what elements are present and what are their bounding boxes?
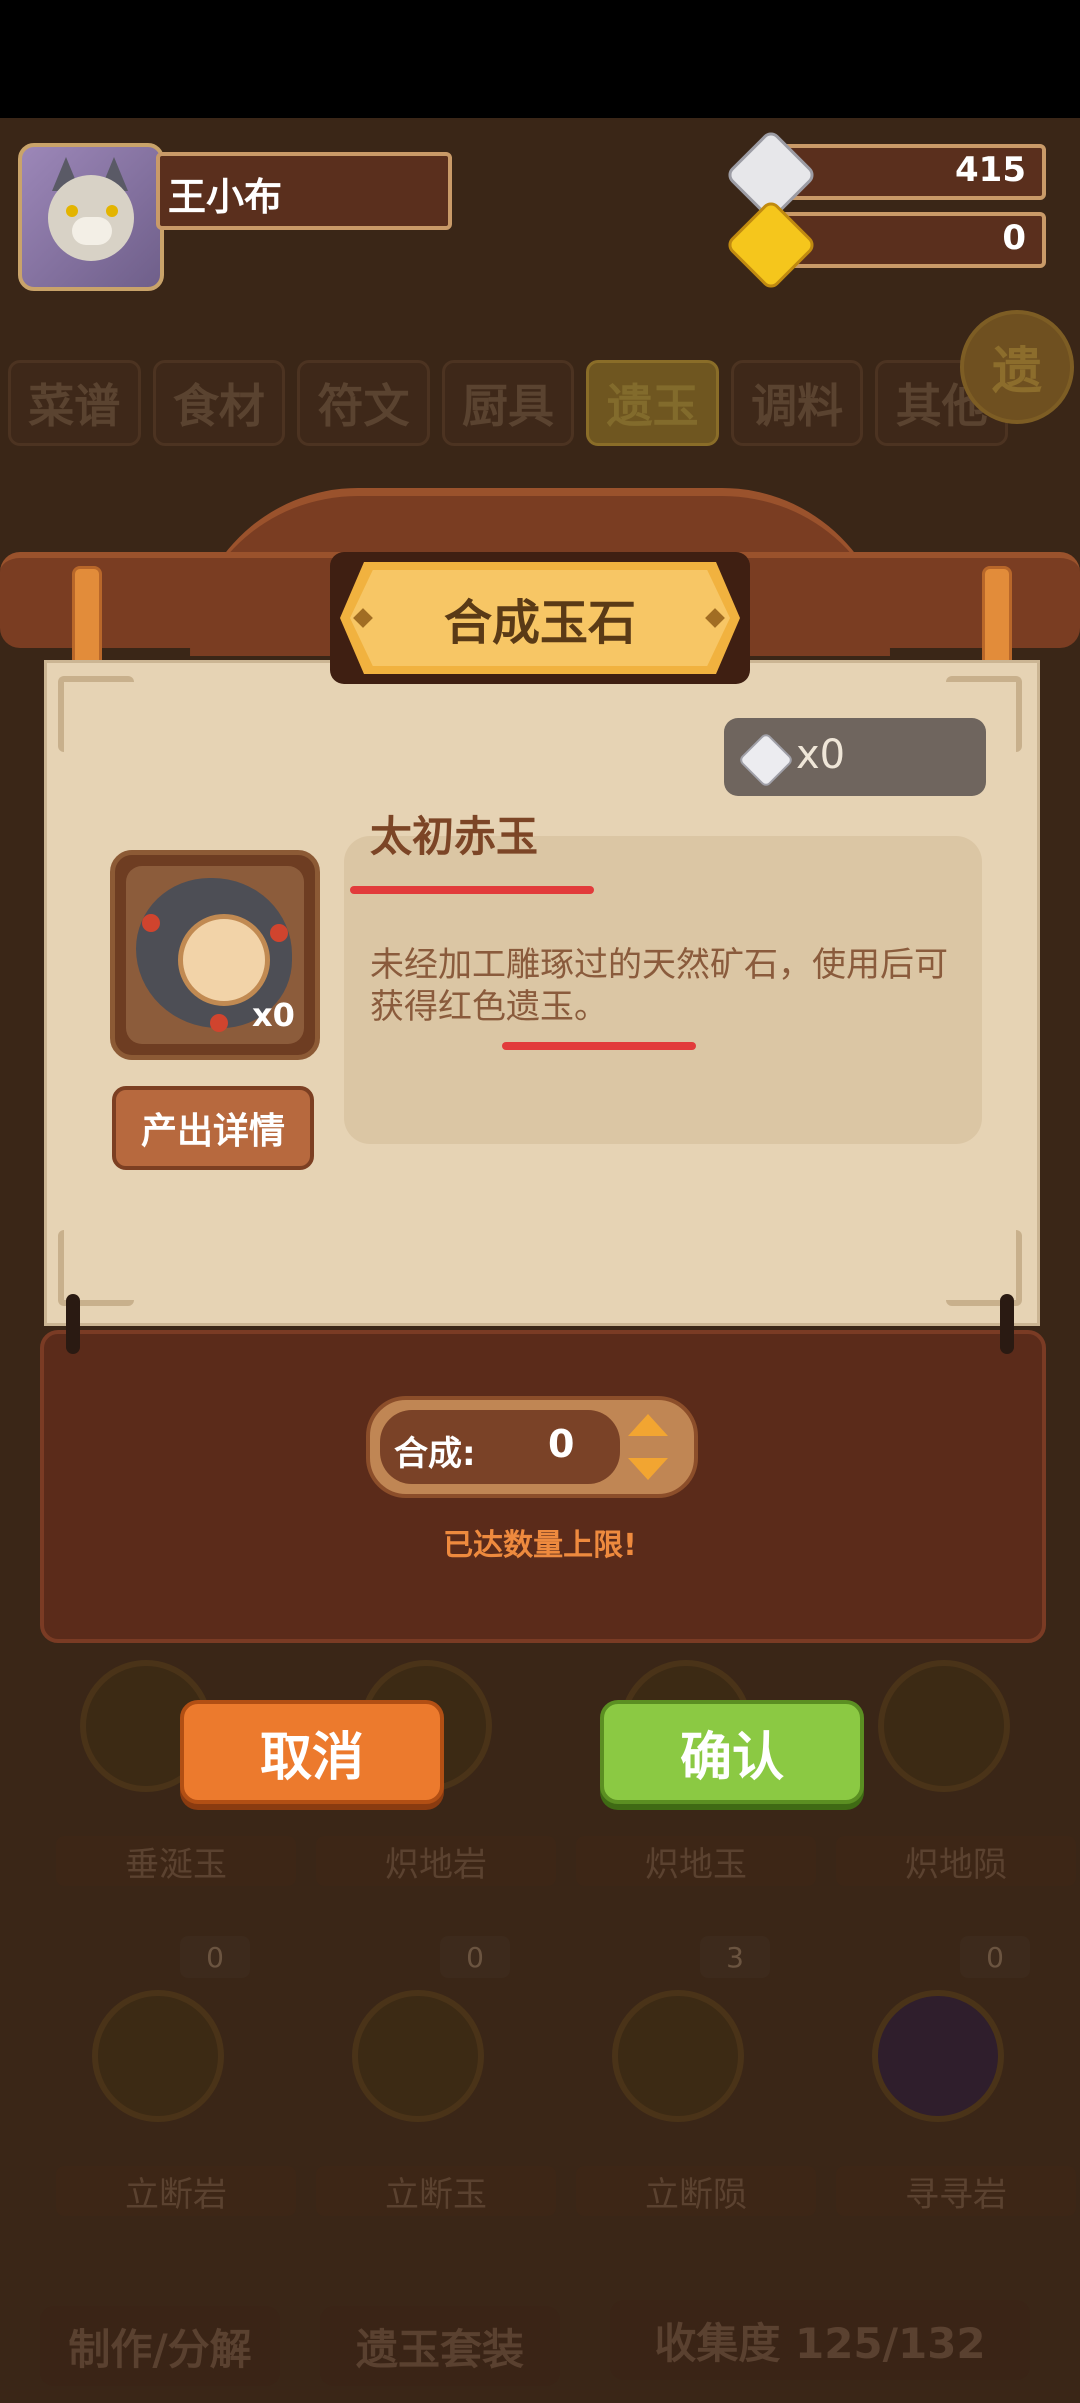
relic-round-button[interactable]: 遗: [960, 310, 1074, 424]
red-gem-dot: [142, 914, 160, 932]
collection-progress: 收集度 125/132: [610, 2300, 1030, 2380]
dialog-title-plate: 合成玉石: [340, 562, 740, 674]
grid-item-count: 0: [440, 1936, 510, 1978]
gold-currency-value: 0: [1002, 218, 1026, 258]
grid-item-icon[interactable]: [878, 1660, 1010, 1792]
scroll-hook: [1000, 1294, 1014, 1354]
relic-set-button[interactable]: 遗玉套装: [320, 2306, 560, 2386]
output-details-button[interactable]: 产出详情: [112, 1086, 314, 1170]
grid-item-count: 0: [960, 1936, 1030, 1978]
grid-item-label: 立断岩: [56, 2166, 296, 2216]
grid-item-icon[interactable]: [612, 1990, 744, 2122]
scroll-hook: [66, 1294, 80, 1354]
confirm-button[interactable]: 确认: [600, 1700, 864, 1804]
silver-currency-value: 415: [955, 150, 1026, 190]
tab-ingredients[interactable]: 食材: [152, 360, 286, 446]
item-count: x0: [252, 996, 295, 1034]
grid-item-label: 立断陨: [576, 2166, 816, 2216]
item-description: 未经加工雕琢过的天然矿石，使用后可获得红色遗玉。: [370, 945, 948, 1027]
avatar-eye: [66, 205, 78, 217]
avatar-snout: [72, 217, 112, 245]
tab-runes[interactable]: 符文: [297, 360, 430, 446]
grid-item-icon[interactable]: [92, 1990, 224, 2122]
grid-item-label: 寻寻岩: [836, 2166, 1076, 2216]
dialog-title: 合成玉石: [350, 570, 730, 666]
red-gem-dot: [270, 924, 288, 942]
player-avatar[interactable]: [18, 143, 164, 291]
jade-core: [178, 914, 270, 1006]
item-name: 太初赤玉: [370, 812, 539, 861]
tab-seasonings[interactable]: 调料: [730, 360, 864, 446]
grid-item-label: 垂涎玉: [56, 1836, 296, 1886]
stone-count: x0: [796, 732, 846, 778]
decrement-arrow-icon[interactable]: [628, 1458, 668, 1480]
paper-corner-ornament: [58, 676, 134, 752]
tab-relic-jade[interactable]: 遗玉: [586, 360, 719, 446]
player-name: 王小布: [168, 175, 283, 219]
category-tabs: 菜谱 食材 符文 厨具 遗玉 调料 其他: [8, 360, 1009, 446]
grid-item-label: 炽地岩: [316, 1836, 556, 1886]
cancel-button[interactable]: 取消: [180, 1700, 444, 1804]
craft-decompose-button[interactable]: 制作/分解: [40, 2306, 280, 2386]
stepper-value[interactable]: 0: [548, 1422, 574, 1466]
red-gem-dot: [210, 1014, 228, 1032]
name-underline-annotation: [350, 886, 594, 894]
quantity-limit-message: 已达数量上限!: [443, 1528, 637, 1563]
description-underline-annotation: [502, 1042, 696, 1050]
increment-arrow-icon[interactable]: [628, 1414, 668, 1436]
grid-item-count: 0: [180, 1936, 250, 1978]
grid-item-count: 3: [700, 1936, 770, 1978]
grid-item-icon[interactable]: [352, 1990, 484, 2122]
tab-cookware[interactable]: 厨具: [441, 360, 575, 446]
grid-item-label: 炽地玉: [576, 1836, 816, 1886]
grid-item-label: 立断玉: [316, 2166, 556, 2216]
stepper-label: 合成:: [394, 1434, 476, 1474]
grid-item-icon[interactable]: [872, 1990, 1004, 2122]
avatar-eye: [106, 205, 118, 217]
tab-recipes[interactable]: 菜谱: [8, 360, 141, 446]
status-bar: [0, 0, 1080, 118]
grid-item-label: 炽地陨: [836, 1836, 1076, 1886]
